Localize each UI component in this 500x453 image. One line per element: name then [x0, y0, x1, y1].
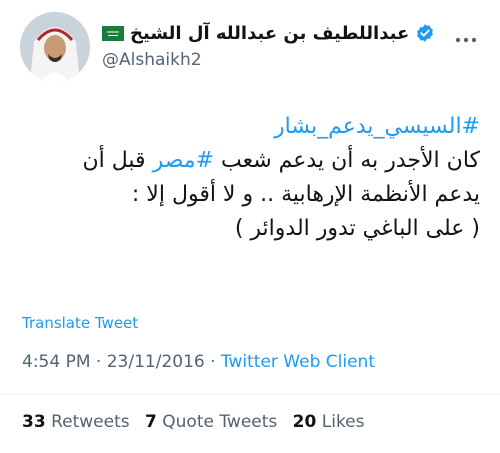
quote-tweets-label: Quote Tweets: [162, 412, 278, 432]
quote-tweets-count: 7: [145, 412, 157, 432]
tweet-text-segment: كان الأجدر به أن يدعم شعب: [214, 148, 480, 173]
hashtag-link[interactable]: #السيسي_يدعم_بشار: [274, 114, 480, 139]
likes-label: Likes: [321, 412, 365, 432]
divider: [0, 394, 500, 395]
retweets-label: Retweets: [51, 412, 130, 432]
tweet-date[interactable]: 23/11/2016: [107, 352, 205, 372]
tweet-time[interactable]: 4:54 PM: [22, 352, 91, 372]
likes-count: 20: [292, 412, 317, 432]
more-options-icon[interactable]: [455, 24, 477, 48]
tweet-text-segment: قبل أن: [82, 148, 153, 173]
retweets-count: 33: [22, 412, 46, 432]
likes-stat[interactable]: 20 Likes: [293, 412, 365, 432]
author-handle[interactable]: @Alshaikh2: [102, 50, 202, 70]
verified-badge-icon: [417, 24, 434, 42]
hashtag-link-egypt[interactable]: #مصر: [153, 148, 214, 173]
author-display-name[interactable]: عبداللطيف بن عبدالله آل الشيخ: [130, 23, 409, 44]
author-name-row: عبداللطيف بن عبدالله آل الشيخ: [102, 20, 435, 46]
quote-tweets-stat[interactable]: 7 Quote Tweets: [145, 412, 277, 432]
translate-tweet-link[interactable]: Translate Tweet: [22, 314, 138, 332]
saudi-flag-icon: [102, 25, 124, 41]
tweet-meta: 4:54 PM · 23/11/2016 · Twitter Web Clien…: [22, 352, 375, 372]
tweet-stats: 33 Retweets 7 Quote Tweets 20 Likes: [22, 412, 375, 432]
tweet-client-link[interactable]: Twitter Web Client: [221, 352, 375, 372]
tweet-text: #السيسي_يدعم_بشار كان الأجدر به أن يدعم …: [20, 110, 480, 246]
meta-separator: ·: [90, 352, 107, 372]
tweet-header: عبداللطيف بن عبدالله آل الشيخ @Alshaikh2: [0, 0, 500, 90]
avatar[interactable]: [20, 12, 90, 82]
retweets-stat[interactable]: 33 Retweets: [22, 412, 130, 432]
tweet-text-line: يدعم الأنظمة الإرهابية .. و لا أقول إلا …: [131, 182, 480, 207]
tweet-text-line: كان الأجدر به أن يدعم شعب #مصر قبل أن: [20, 144, 480, 178]
tweet-text-line: ( على الباغي تدور الدوائر ): [234, 216, 480, 241]
meta-separator: ·: [204, 352, 221, 372]
